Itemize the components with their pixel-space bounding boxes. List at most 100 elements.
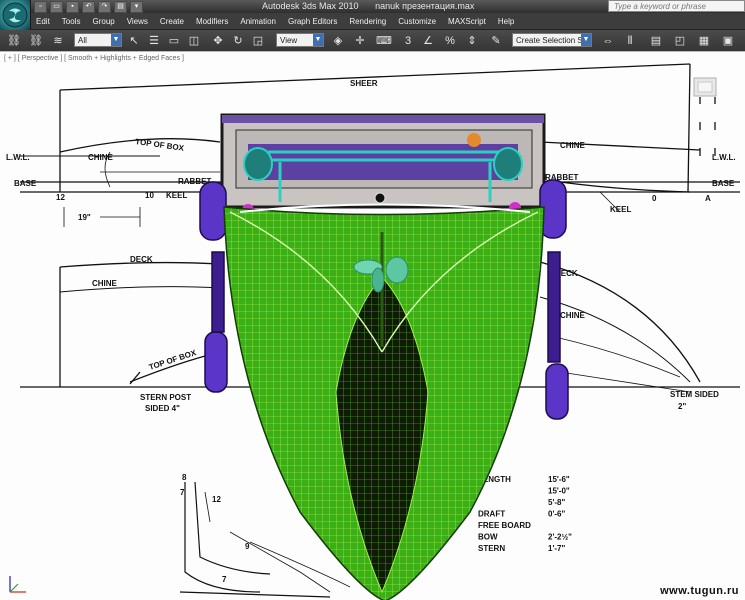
- unlink-selection-icon[interactable]: ⛓: [28, 33, 44, 49]
- label-chine-plan-right: CHINE: [560, 311, 586, 320]
- spinner-snap-icon[interactable]: ⇕: [464, 33, 480, 49]
- menu-create[interactable]: Create: [154, 17, 190, 26]
- app-title: Autodesk 3ds Max 2010: [262, 1, 359, 11]
- spec-label: DRAFT: [478, 510, 505, 519]
- label-section-9: 9: [245, 542, 250, 551]
- label-station-10: 10: [145, 191, 154, 200]
- label-station-a: A: [705, 194, 711, 203]
- rectangular-selection-icon[interactable]: ▭: [166, 33, 182, 49]
- select-and-link-icon[interactable]: ⛓: [6, 33, 22, 49]
- spec-label: STERN: [478, 544, 505, 553]
- spec-label: BOW: [478, 533, 498, 542]
- menu-edit[interactable]: Edit: [30, 17, 56, 26]
- select-and-scale-icon[interactable]: ◲: [250, 33, 266, 49]
- label-19-inch: 19": [78, 213, 91, 222]
- menu-graph-editors[interactable]: Graph Editors: [282, 17, 343, 26]
- bind-to-space-warp-icon[interactable]: ≋: [50, 33, 66, 49]
- title-bar: ▫ ▭ ▪ ↶ ↷ ▤ ▾ Autodesk 3ds Max 2010 nanu…: [0, 0, 745, 13]
- redo-icon[interactable]: ↷: [98, 0, 111, 13]
- file-name: nanuk презентация.max: [375, 1, 475, 11]
- chevron-down-icon: ▼: [581, 34, 591, 46]
- window-title: Autodesk 3ds Max 2010 nanuk презентация.…: [262, 0, 488, 13]
- label-section-7: 7: [180, 488, 185, 497]
- app-window: ▫ ▭ ▪ ↶ ↷ ▤ ▾ Autodesk 3ds Max 2010 nanu…: [0, 0, 745, 600]
- search-input[interactable]: Type a keyword or phrase: [608, 0, 745, 12]
- mirror-icon[interactable]: ⇔: [600, 33, 616, 49]
- material-editor-icon[interactable]: ▣: [720, 33, 736, 49]
- spec-value: 5'-8": [548, 498, 565, 507]
- perspective-viewport[interactable]: SHEER TOP OF BOX CHINE CHINE L.W.L. L.W.…: [0, 51, 745, 600]
- label-section-7b: 7: [222, 575, 227, 584]
- viewport-canvas: SHEER TOP OF BOX CHINE CHINE L.W.L. L.W.…: [6, 63, 740, 600]
- label-chine-right: CHINE: [560, 141, 586, 150]
- menu-modifiers[interactable]: Modifiers: [190, 17, 234, 26]
- label-lwl-right: L.W.L.: [712, 153, 736, 162]
- main-toolbar: ⛓ ⛓ ≋ All ▼ ↖ ☰ ▭ ◫ ✥ ↻ ◲ View ▼ ◈ ✛ ⌨ 3…: [0, 29, 745, 53]
- spec-value: 15'-6": [548, 475, 570, 484]
- layer-manager-icon[interactable]: ▤: [648, 33, 664, 49]
- label-base-right: BASE: [712, 179, 735, 188]
- reference-coordinate-select[interactable]: View ▼: [276, 33, 324, 47]
- application-button[interactable]: [0, 0, 31, 30]
- percent-snap-icon[interactable]: %: [442, 33, 458, 49]
- label-chine-plan: CHINE: [92, 279, 118, 288]
- label-stem-sided: STEM SIDED: [670, 390, 719, 399]
- chevron-down-icon: ▼: [111, 34, 121, 46]
- label-section-12: 12: [212, 495, 221, 504]
- label-station-0: 0: [652, 194, 657, 203]
- chevron-down-icon: ▼: [313, 34, 323, 46]
- boat-transom[interactable]: [220, 113, 546, 216]
- label-stem-sided-value: 2": [678, 402, 686, 411]
- menu-tools[interactable]: Tools: [56, 17, 87, 26]
- spec-table: LENGTH 15'-6"15'-0"5'-8"DRAFT 0'-6"FREE BO…: [478, 475, 572, 553]
- curve-editor-icon[interactable]: ◰: [672, 33, 688, 49]
- open-file-icon[interactable]: ▭: [50, 0, 63, 13]
- viewport-label[interactable]: [ + ] [ Perspective ] [ Smooth + Highlig…: [4, 55, 184, 62]
- watermark: www.tugun.ru: [660, 585, 739, 597]
- label-sheer: SHEER: [350, 79, 378, 88]
- select-object-icon[interactable]: ↖: [126, 33, 142, 49]
- menu-views[interactable]: Views: [121, 17, 154, 26]
- menu-bar: Edit Tools Group Views Create Modifiers …: [30, 13, 745, 29]
- edit-named-selection-icon[interactable]: ✎: [488, 33, 504, 49]
- select-and-manipulate-icon[interactable]: ✛: [352, 33, 368, 49]
- keyboard-shortcut-override-icon[interactable]: ⌨: [376, 33, 392, 49]
- select-and-move-icon[interactable]: ✥: [210, 33, 226, 49]
- label-lwl: L.W.L.: [6, 153, 30, 162]
- menu-rendering[interactable]: Rendering: [343, 17, 392, 26]
- label-base: BASE: [14, 179, 37, 188]
- selection-filter-value: All: [78, 36, 87, 45]
- save-file-icon[interactable]: ▪: [66, 0, 79, 13]
- named-selection-value: Create Selection Se: [516, 36, 588, 45]
- label-section-8: 8: [182, 473, 187, 482]
- dropdown-icon[interactable]: ▾: [130, 0, 143, 13]
- menu-maxscript[interactable]: MAXScript: [442, 17, 492, 26]
- selection-filter-select[interactable]: All ▼: [74, 33, 122, 47]
- align-icon[interactable]: ⫴: [622, 33, 638, 49]
- max-logo-icon: [2, 2, 28, 28]
- label-stern-post: STERN POST: [140, 393, 191, 402]
- select-by-name-icon[interactable]: ☰: [146, 33, 162, 49]
- label-deck: DECK: [130, 255, 153, 264]
- menu-help[interactable]: Help: [492, 17, 520, 26]
- undo-icon[interactable]: ↶: [82, 0, 95, 13]
- spec-value: 1'-7": [548, 544, 565, 553]
- axis-gizmo: [9, 576, 26, 593]
- spec-value: 2'-2½": [548, 533, 572, 542]
- label-keel-right: KEEL: [610, 205, 631, 214]
- spec-value: 15'-0": [548, 487, 570, 496]
- snaps-toggle-icon[interactable]: 3: [400, 33, 416, 49]
- project-folder-icon[interactable]: ▤: [114, 0, 127, 13]
- new-file-icon[interactable]: ▫: [34, 0, 47, 13]
- select-and-rotate-icon[interactable]: ↻: [230, 33, 246, 49]
- viewcube-icon[interactable]: [693, 77, 717, 97]
- menu-customize[interactable]: Customize: [392, 17, 442, 26]
- schematic-view-icon[interactable]: ▦: [696, 33, 712, 49]
- menu-animation[interactable]: Animation: [234, 17, 282, 26]
- named-selection-select[interactable]: Create Selection Se ▼: [512, 33, 592, 47]
- pivot-center-icon[interactable]: ◈: [330, 33, 346, 49]
- menu-group[interactable]: Group: [86, 17, 120, 26]
- window-crossing-icon[interactable]: ◫: [186, 33, 202, 49]
- angle-snap-icon[interactable]: ∠: [420, 33, 436, 49]
- spec-label: FREE BOARD: [478, 521, 531, 530]
